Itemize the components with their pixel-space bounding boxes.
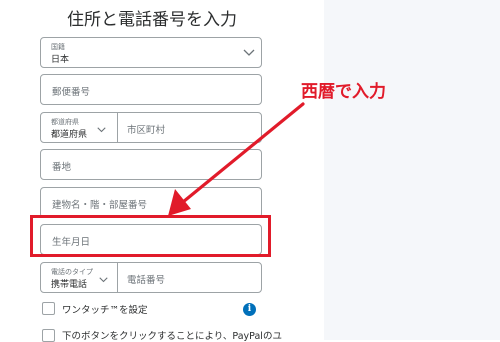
city-placeholder: 市区町村: [127, 125, 166, 136]
postal-code-placeholder: 郵便番号: [52, 87, 91, 98]
page-title: 住所と電話番号を入力: [67, 10, 237, 30]
info-circle-icon[interactable]: i: [243, 303, 256, 316]
building-placeholder: 建物名・階・部屋番号: [52, 200, 148, 211]
terms-checkbox[interactable]: [42, 329, 55, 342]
prefecture-value: 都道府県: [51, 130, 88, 140]
country-label: 国籍: [51, 43, 65, 51]
onetouch-checkbox[interactable]: [42, 302, 55, 315]
chevron-down-icon: [243, 49, 255, 56]
city-input[interactable]: 市区町村: [118, 113, 261, 142]
chevron-down-icon: [99, 277, 108, 283]
phone-number-placeholder: 電話番号: [127, 275, 166, 286]
building-input[interactable]: 建物名・階・部屋番号: [40, 187, 262, 218]
phone-type-value: 携帯電話: [51, 280, 88, 290]
onetouch-label: ワンタッチ™を設定: [62, 305, 148, 316]
postal-code-input[interactable]: 郵便番号: [40, 74, 262, 105]
phone-type-select[interactable]: 電話のタイプ 携帯電話: [41, 263, 117, 292]
address-placeholder: 番地: [52, 162, 72, 173]
prefecture-city-group: 都道府県 都道府県 市区町村: [40, 112, 262, 143]
highlight-box: [30, 215, 271, 257]
phone-number-input[interactable]: 電話番号: [118, 263, 261, 292]
address-input[interactable]: 番地: [40, 149, 262, 180]
prefecture-select[interactable]: 都道府県 都道府県: [41, 113, 117, 142]
country-select[interactable]: 国籍 日本: [40, 37, 262, 68]
phone-type-label: 電話のタイプ: [51, 268, 93, 276]
country-value: 日本: [51, 55, 70, 65]
chevron-down-icon: [97, 127, 106, 133]
right-panel-background: [324, 0, 500, 340]
prefecture-label: 都道府県: [51, 118, 79, 126]
phone-group: 電話のタイプ 携帯電話 電話番号: [40, 262, 262, 293]
annotation-text: 西暦で入力: [301, 82, 386, 102]
